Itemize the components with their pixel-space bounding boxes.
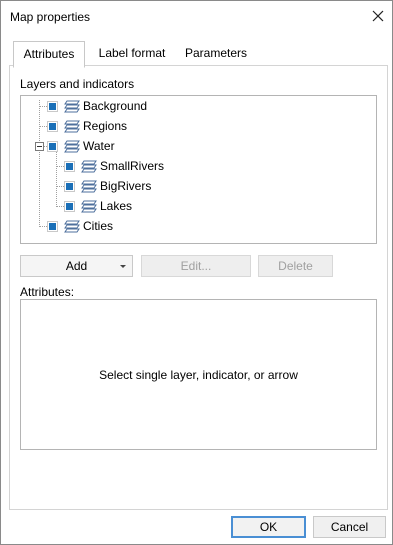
tree-item-regions[interactable]: Regions (47, 116, 127, 136)
tab-parameters[interactable]: Parameters (176, 41, 256, 65)
cancel-button-label: Cancel (330, 520, 369, 534)
dialog-title: Map properties (10, 10, 91, 24)
tree-item-label: Cities (83, 219, 114, 233)
tree-connector (56, 152, 57, 207)
tree-connector (56, 206, 64, 207)
delete-button[interactable]: Delete (258, 255, 333, 277)
checkbox-smallrivers[interactable] (64, 160, 75, 172)
tree-item-label: Lakes (100, 199, 133, 213)
layer-stack-icon (81, 180, 97, 193)
add-button-label: Add (65, 259, 88, 273)
tab-parameters-label: Parameters (184, 46, 248, 60)
cancel-button[interactable]: Cancel (313, 516, 386, 538)
tab-attributes[interactable]: Attributes (13, 41, 85, 68)
tree-item-label: Regions (83, 119, 128, 133)
add-button[interactable]: Add (20, 255, 133, 277)
layers-section-label: Layers and indicators (20, 77, 135, 91)
layer-stack-icon (64, 140, 80, 153)
checkbox-cities[interactable] (47, 220, 58, 232)
ok-button[interactable]: OK (231, 516, 306, 538)
edit-button-label: Edit... (180, 259, 212, 273)
layer-stack-icon (81, 160, 97, 173)
collapse-water-toggle[interactable] (35, 142, 44, 151)
attributes-placeholder: Select single layer, indicator, or arrow (99, 367, 298, 382)
attributes-tab-panel: Layers and indicators Background Regions… (9, 65, 388, 510)
edit-button[interactable]: Edit... (141, 255, 251, 277)
tree-connector (39, 100, 40, 225)
checkbox-water[interactable] (47, 140, 58, 152)
checkbox-bigrivers[interactable] (64, 180, 75, 192)
close-button[interactable] (367, 5, 389, 27)
tree-item-cities[interactable]: Cities (47, 216, 113, 236)
map-properties-dialog: Map properties Attributes Label format P… (0, 0, 393, 545)
tree-item-label: Water (83, 139, 115, 153)
layer-stack-icon (64, 220, 80, 233)
checkbox-background[interactable] (47, 100, 58, 112)
layer-stack-icon (64, 100, 80, 113)
tree-connector (56, 186, 64, 187)
tree-item-smallrivers[interactable]: SmallRivers (64, 156, 164, 176)
tab-label-format-label: Label format (98, 46, 166, 60)
attributes-list[interactable]: Select single layer, indicator, or arrow (20, 299, 377, 450)
tab-attributes-label: Attributes (23, 47, 75, 61)
tree-connector (39, 126, 47, 127)
layer-stack-icon (81, 200, 97, 213)
checkbox-lakes[interactable] (64, 200, 75, 212)
layer-stack-icon (64, 120, 80, 133)
tree-connector (56, 166, 64, 167)
close-icon (372, 10, 384, 22)
tree-item-background[interactable]: Background (47, 96, 147, 116)
tree-item-bigrivers[interactable]: BigRivers (64, 176, 151, 196)
tree-item-lakes[interactable]: Lakes (64, 196, 132, 216)
tree-item-label: Background (83, 99, 148, 113)
ok-button-label: OK (259, 520, 278, 534)
tree-connector (39, 226, 47, 227)
checkbox-regions[interactable] (47, 120, 58, 132)
tab-label-format[interactable]: Label format (90, 41, 174, 65)
chevron-down-icon (120, 265, 126, 268)
tree-connector (39, 106, 47, 107)
delete-button-label: Delete (278, 259, 313, 273)
layers-tree[interactable]: Background Regions Water SmallRivers Big… (20, 95, 377, 244)
attributes-section-label: Attributes: (20, 285, 75, 299)
tree-item-label: SmallRivers (100, 159, 165, 173)
tree-item-water[interactable]: Water (47, 136, 115, 156)
tree-item-label: BigRivers (100, 179, 152, 193)
